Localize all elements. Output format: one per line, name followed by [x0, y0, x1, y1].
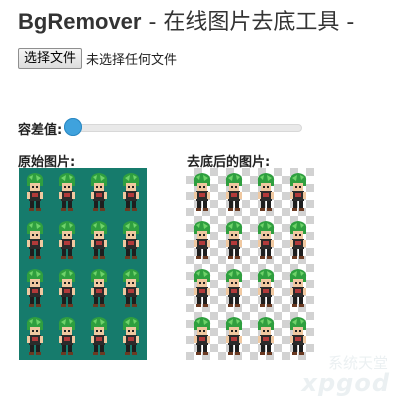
character-sprite	[223, 316, 245, 360]
character-sprite	[120, 220, 142, 264]
character-sprite	[88, 172, 110, 216]
watermark-chinese: 系统天堂	[327, 354, 388, 372]
character-sprite	[191, 220, 213, 264]
character-sprite	[120, 172, 142, 216]
character-sprite	[88, 220, 110, 264]
character-sprite	[223, 220, 245, 264]
character-sprite	[24, 268, 46, 312]
tolerance-label: 容差值:	[18, 122, 63, 138]
app-subtitle: 在线图片去底工具 -	[163, 10, 355, 35]
file-input-row: 选择文件 未选择任何文件	[18, 48, 177, 69]
character-sprite	[191, 268, 213, 312]
character-sprite	[287, 316, 309, 360]
character-sprite	[24, 316, 46, 360]
character-sprite	[24, 220, 46, 264]
watermark-latin: xpgod	[301, 369, 390, 397]
slider-track[interactable]	[64, 124, 303, 132]
character-sprite	[191, 316, 213, 360]
character-sprite	[88, 316, 110, 360]
character-sprite	[287, 268, 309, 312]
character-sprite	[120, 316, 142, 360]
slider-thumb[interactable]	[64, 118, 83, 136]
tolerance-slider[interactable]	[64, 118, 303, 138]
character-sprite	[24, 172, 46, 216]
page-title: BgRemover - 在线图片去底工具 -	[18, 4, 354, 36]
tolerance-row: 容差值:	[18, 118, 303, 138]
character-sprite	[255, 220, 277, 264]
character-sprite	[56, 172, 78, 216]
character-sprite	[223, 172, 245, 216]
character-sprite	[56, 316, 78, 360]
character-sprite	[56, 268, 78, 312]
original-image	[19, 168, 147, 360]
character-sprite	[287, 220, 309, 264]
character-sprite	[255, 268, 277, 312]
app-brand: BgRemover	[18, 9, 142, 34]
character-sprite	[56, 220, 78, 264]
character-sprite	[255, 316, 277, 360]
title-separator: -	[141, 10, 164, 35]
character-sprite	[223, 268, 245, 312]
result-image	[186, 168, 314, 360]
character-sprite	[255, 172, 277, 216]
character-sprite	[88, 268, 110, 312]
character-sprite	[287, 172, 309, 216]
character-sprite	[120, 268, 142, 312]
choose-file-button[interactable]: 选择文件	[18, 48, 83, 69]
character-sprite	[191, 172, 213, 216]
file-status-text: 未选择任何文件	[86, 53, 178, 68]
